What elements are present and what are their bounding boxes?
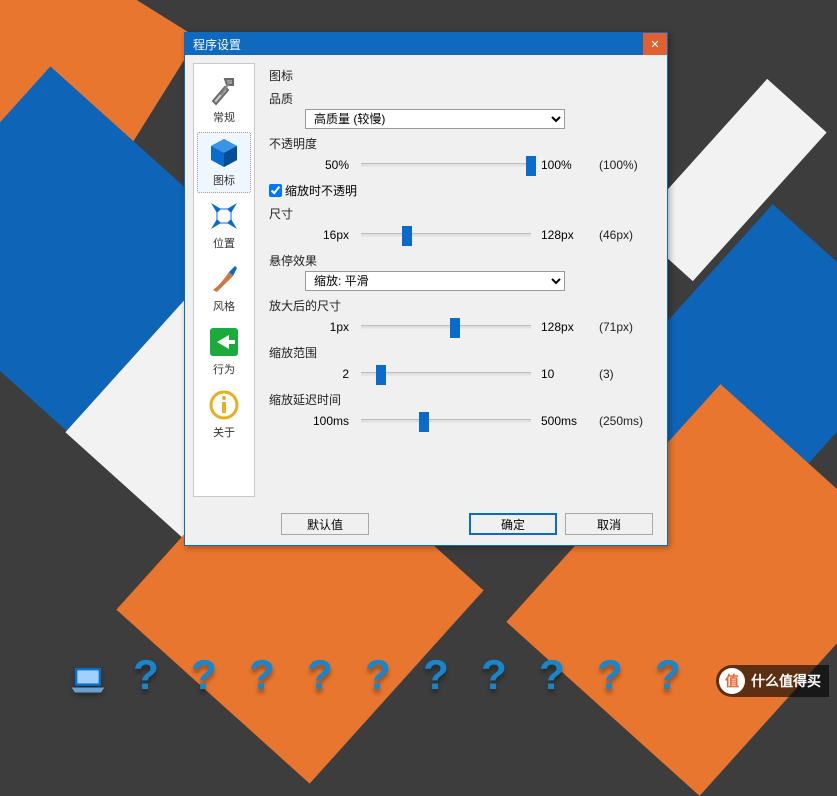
section-heading: 图标 <box>269 67 653 84</box>
question-icon: ? <box>307 651 333 699</box>
slider-thumb[interactable] <box>376 365 386 385</box>
dock-item-unknown[interactable]: ? <box>650 649 686 699</box>
slider-max: 100% <box>537 158 589 172</box>
zoom-delay-label: 缩放延迟时间 <box>269 391 653 408</box>
dock-item-unknown[interactable]: ? <box>128 649 164 699</box>
dock-item-unknown[interactable]: ? <box>186 649 222 699</box>
dock-item-unknown[interactable]: ? <box>592 649 628 699</box>
brush-icon <box>206 261 242 297</box>
question-icon: ? <box>539 651 565 699</box>
slider-min: 1px <box>305 320 355 334</box>
zoom-range-label: 缩放范围 <box>269 344 653 361</box>
slider-min: 2 <box>305 367 355 381</box>
sidebar-item-label: 风格 <box>213 298 235 314</box>
question-icon: ? <box>133 651 159 699</box>
slider-thumb[interactable] <box>402 226 412 246</box>
sidebar-item-label: 图标 <box>213 172 235 188</box>
quality-select[interactable]: 高质量 (较慢) <box>305 109 565 129</box>
zoom-size-slider[interactable]: 1px 128px (71px) <box>305 316 653 338</box>
dialog-title: 程序设置 <box>193 36 241 53</box>
slider-min: 16px <box>305 228 355 242</box>
zoom-delay-slider[interactable]: 100ms 500ms (250ms) <box>305 410 653 432</box>
slider-thumb[interactable] <box>450 318 460 338</box>
question-icon: ? <box>249 651 275 699</box>
hover-effect-select[interactable]: 缩放: 平滑 <box>305 271 565 291</box>
quality-label: 品质 <box>269 90 653 107</box>
question-icon: ? <box>365 651 391 699</box>
dock-item-unknown[interactable]: ? <box>244 649 280 699</box>
ok-button[interactable]: 确定 <box>469 513 557 535</box>
dialog-button-row: 默认值 确定 取消 <box>185 505 667 545</box>
sidebar-item-position[interactable]: 位置 <box>198 196 250 255</box>
question-icon: ? <box>191 651 217 699</box>
question-icon: ? <box>423 651 449 699</box>
slider-track[interactable] <box>361 325 531 329</box>
dock-item-computer[interactable] <box>70 649 106 699</box>
sidebar-item-general[interactable]: 常规 <box>198 70 250 129</box>
sidebar-item-style[interactable]: 风格 <box>198 259 250 318</box>
zoom-opaque-label: 缩放时不透明 <box>285 182 357 199</box>
slider-current: (250ms) <box>589 414 649 428</box>
dock-item-unknown[interactable]: ? <box>360 649 396 699</box>
zoom-opaque-checkbox[interactable] <box>269 184 282 197</box>
slider-track[interactable] <box>361 163 531 167</box>
sidebar-item-label: 位置 <box>213 235 235 251</box>
sidebar-item-icons[interactable]: 图标 <box>198 133 250 192</box>
question-icon: ? <box>597 651 623 699</box>
sidebar-item-label: 行为 <box>213 361 235 377</box>
slider-track[interactable] <box>361 372 531 376</box>
package-icon <box>206 135 242 171</box>
watermark: 值 什么值得买 <box>716 665 829 697</box>
sidebar-item-behavior[interactable]: 行为 <box>198 322 250 381</box>
slider-thumb[interactable] <box>526 156 536 176</box>
close-button[interactable]: ✕ <box>643 33 667 55</box>
slider-max: 128px <box>537 228 589 242</box>
sidebar-item-label: 关于 <box>213 424 235 440</box>
info-icon <box>206 387 242 423</box>
settings-content: 图标 品质 高质量 (较慢) 不透明度 50% 100% (100%) 缩放时不… <box>259 55 667 505</box>
size-slider[interactable]: 16px 128px (46px) <box>305 224 653 246</box>
slider-max: 128px <box>537 320 589 334</box>
cancel-button[interactable]: 取消 <box>565 513 653 535</box>
titlebar[interactable]: 程序设置 ✕ <box>185 33 667 55</box>
slider-current: (71px) <box>589 320 649 334</box>
arrows-icon <box>206 198 242 234</box>
question-icon: ? <box>481 651 507 699</box>
arrow-left-icon <box>206 324 242 360</box>
slider-thumb[interactable] <box>419 412 429 432</box>
settings-dialog: 程序设置 ✕ 常规 图标 位置 <box>184 32 668 546</box>
watermark-text: 什么值得买 <box>751 671 821 691</box>
settings-sidebar: 常规 图标 位置 风格 <box>193 63 255 497</box>
watermark-badge: 值 <box>719 668 745 694</box>
slider-current: (3) <box>589 367 649 381</box>
dock-item-unknown[interactable]: ? <box>534 649 570 699</box>
slider-current: (46px) <box>589 228 649 242</box>
zoom-size-label: 放大后的尺寸 <box>269 297 653 314</box>
close-icon: ✕ <box>650 38 659 51</box>
tools-icon <box>206 72 242 108</box>
dock-item-unknown[interactable]: ? <box>302 649 338 699</box>
zoom-range-slider[interactable]: 2 10 (3) <box>305 363 653 385</box>
dock-item-unknown[interactable]: ? <box>476 649 512 699</box>
slider-min: 50% <box>305 158 355 172</box>
size-label: 尺寸 <box>269 205 653 222</box>
sidebar-item-about[interactable]: 关于 <box>198 385 250 444</box>
slider-track[interactable] <box>361 233 531 237</box>
slider-track[interactable] <box>361 419 531 423</box>
dock-item-unknown[interactable]: ? <box>418 649 454 699</box>
opacity-slider[interactable]: 50% 100% (100%) <box>305 154 653 176</box>
question-icon: ? <box>655 651 681 699</box>
slider-max: 500ms <box>537 414 589 428</box>
opacity-label: 不透明度 <box>269 135 653 152</box>
slider-min: 100ms <box>305 414 355 428</box>
defaults-button[interactable]: 默认值 <box>281 513 369 535</box>
slider-current: (100%) <box>589 158 649 172</box>
slider-max: 10 <box>537 367 589 381</box>
desktop-dock: ? ? ? ? ? ? ? ? ? ? <box>0 649 837 699</box>
sidebar-item-label: 常规 <box>213 109 235 125</box>
hover-effect-label: 悬停效果 <box>269 252 653 269</box>
